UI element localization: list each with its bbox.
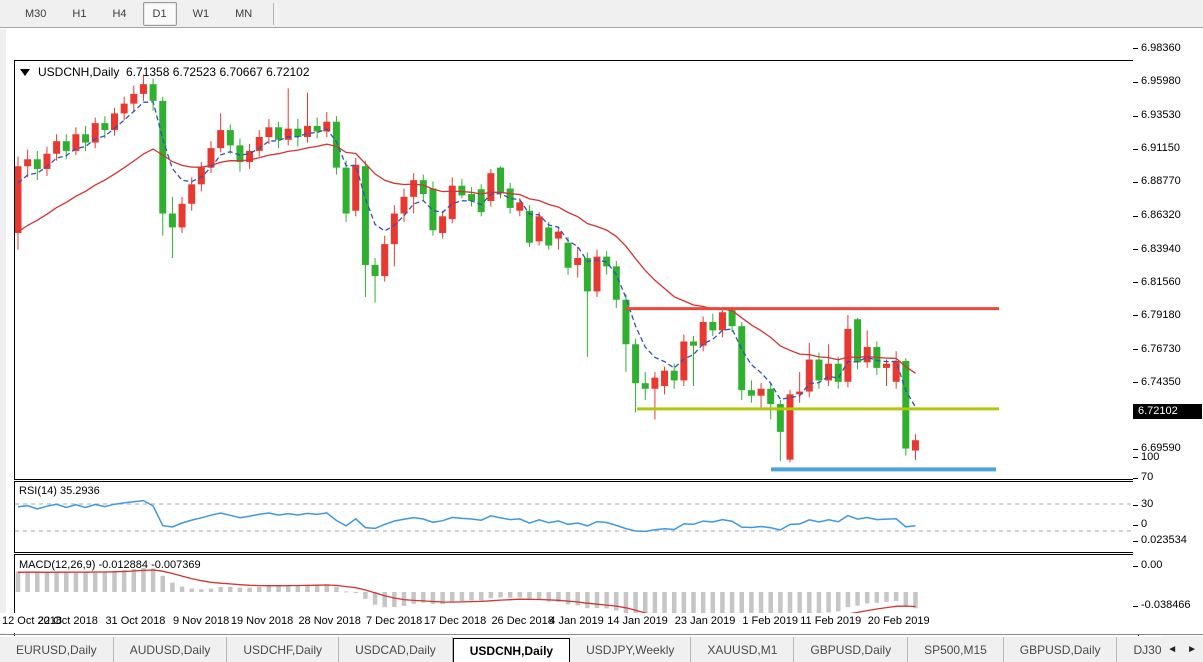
date-axis-label: 22 Oct 2018 — [37, 615, 98, 627]
macd-axis-tick — [1133, 605, 1138, 607]
date-axis-label: 17 Dec 2018 — [423, 615, 487, 627]
date-axis-label: 23 Jan 2019 — [674, 615, 736, 627]
date-axis-label: 9 Nov 2018 — [173, 615, 230, 627]
macd-axis-label: 0.00 — [1141, 559, 1163, 571]
rsi-axis-label: 100 — [1141, 450, 1160, 463]
chart-title: USDCNH,Daily 6.71358 6.72523 6.70667 6.7… — [20, 65, 310, 79]
tab-usdchf-daily[interactable]: USDCHF,Daily — [227, 637, 340, 662]
date-axis-label: 4 Jan 2019 — [549, 615, 604, 627]
price-axis-label: 6.93530 — [1141, 109, 1181, 122]
candles-group — [15, 74, 919, 463]
timeframe-toolbar: M30 H1 H4 D1 W1 MN — [0, 0, 1203, 28]
timeframe-button-w1[interactable]: W1 — [183, 2, 220, 26]
ma-slow-line — [17, 143, 916, 374]
tab-usdcad-daily[interactable]: USDCAD,Daily — [339, 637, 453, 662]
date-axis-label: 14 Jan 2019 — [607, 615, 668, 627]
price-axis-tick — [1133, 249, 1138, 251]
price-axis-label: 6.98360 — [1141, 41, 1181, 54]
price-chart-canvas[interactable] — [15, 61, 1138, 479]
date-axis-label: 26 Dec 2018 — [491, 615, 554, 627]
macd-axis-tick — [1133, 565, 1138, 567]
rsi-line — [17, 499, 916, 533]
price-axis-tick — [1133, 215, 1138, 217]
rsi-axis-label: 0 — [1141, 518, 1148, 531]
price-axis-label: 6.83940 — [1141, 242, 1181, 255]
price-axis-label: 6.79180 — [1141, 308, 1181, 321]
current-price-badge: 6.72102 — [1133, 404, 1202, 419]
rsi-axis-tick — [1133, 477, 1138, 479]
price-axis-label: 6.91150 — [1141, 142, 1180, 155]
tab-scroll-arrows: ◄ ► — [1161, 636, 1203, 662]
rsi-axis-label: 70 — [1141, 471, 1154, 483]
tab-usdcnh-daily[interactable]: USDCNH,Daily — [452, 638, 571, 662]
tab-scroll-right-icon[interactable]: ► — [1187, 644, 1197, 655]
rsi-indicator-label: RSI(14) 35.2936 — [19, 485, 100, 497]
price-axis-tick — [1133, 181, 1138, 183]
price-axis-tick — [1133, 148, 1138, 150]
price-axis-tick — [1133, 382, 1138, 384]
chart-ohlc-values: 6.71358 6.72523 6.70667 6.72102 — [126, 65, 310, 79]
price-axis-label: 6.76730 — [1141, 342, 1181, 355]
timeframe-button-m30[interactable]: M30 — [15, 2, 56, 26]
tab-eurusd-daily[interactable]: EURUSD,Daily — [0, 637, 114, 662]
tab-xauusd-m1[interactable]: XAUUSD,M1 — [691, 637, 795, 662]
date-axis-label: 1 Feb 2019 — [742, 615, 798, 627]
rsi-axis-tick — [1133, 457, 1138, 459]
tab-gbpusd-daily[interactable]: GBPUSD,Daily — [1004, 637, 1118, 662]
ma-fast-line — [17, 101, 917, 408]
price-axis-tick — [1133, 448, 1138, 450]
macd-axis-label: 0.023534 — [1141, 534, 1187, 547]
date-axis-label: 11 Feb 2019 — [800, 615, 862, 627]
date-axis-label: 20 Feb 2019 — [867, 615, 930, 627]
tab-scroll-left-icon[interactable]: ◄ — [1167, 644, 1177, 655]
price-axis[interactable]: 6.98360 6.95980 6.93530 6.91150 6.88770 6.863… — [1133, 29, 1203, 634]
price-axis-label: 6.88770 — [1141, 175, 1181, 188]
date-axis-label: 28 Nov 2018 — [298, 615, 361, 627]
timeframe-button-h1[interactable]: H1 — [62, 2, 96, 26]
price-axis-label: 6.95980 — [1141, 75, 1181, 88]
chart-window: USDCNH,Daily 6.71358 6.72523 6.70667 6.7… — [0, 29, 1203, 642]
date-axis-label: 31 Oct 2018 — [105, 615, 166, 627]
rsi-axis-label: 30 — [1141, 498, 1154, 510]
date-axis-label: 7 Dec 2018 — [366, 615, 423, 627]
chart-dropdown-icon[interactable] — [20, 69, 30, 76]
price-axis-tick — [1133, 315, 1138, 317]
price-axis-tick — [1133, 81, 1138, 83]
price-chart-panel[interactable] — [14, 60, 1139, 480]
symbol-tab-bar: EURUSD,Daily AUDUSD,Daily USDCHF,Daily USDC… — [0, 636, 1203, 662]
date-axis-label: 19 Nov 2018 — [230, 615, 294, 627]
price-axis-tick — [1133, 349, 1138, 351]
rsi-axis-tick — [1133, 504, 1138, 506]
tab-audusd-daily[interactable]: AUDUSD,Daily — [114, 637, 228, 662]
window-bottom-border — [0, 634, 1203, 635]
price-axis-label: 6.74350 — [1141, 375, 1181, 388]
timeframe-button-h4[interactable]: H4 — [102, 2, 136, 26]
price-axis-label: 6.86320 — [1141, 209, 1181, 222]
tab-sp500-m15[interactable]: SP500,M15 — [908, 637, 1004, 662]
price-axis-tick — [1133, 115, 1138, 117]
trading-platform-window: M30 H1 H4 D1 W1 MN USDCNH,Daily 6.71358 6.725… — [0, 0, 1203, 662]
tab-usdjpy-weekly[interactable]: USDJPY,Weekly — [570, 637, 692, 662]
toolbar-separator — [273, 2, 278, 25]
timeframe-button-d1[interactable]: D1 — [142, 1, 177, 26]
rsi-axis-tick — [1133, 524, 1138, 526]
price-axis-tick — [1133, 48, 1138, 50]
macd-axis-tick — [1133, 540, 1138, 542]
rsi-canvas[interactable] — [15, 482, 1138, 552]
rsi-indicator-panel[interactable] — [14, 481, 1139, 553]
macd-indicator-label: MACD(12,26,9) -0.012884 -0.007369 — [19, 559, 201, 571]
macd-axis-label: -0.038466 — [1141, 599, 1191, 612]
tab-gbpusd-daily[interactable]: GBPUSD,Daily — [794, 637, 909, 662]
timeframe-button-mn[interactable]: MN — [225, 2, 262, 26]
date-axis[interactable]: 12 Oct 2018 22 Oct 2018 31 Oct 2018 9 Nov 2… — [0, 613, 1203, 633]
price-axis-tick — [1133, 282, 1138, 284]
chart-symbol-label: USDCNH,Daily — [38, 65, 120, 79]
price-axis-label: 6.81560 — [1141, 275, 1181, 288]
